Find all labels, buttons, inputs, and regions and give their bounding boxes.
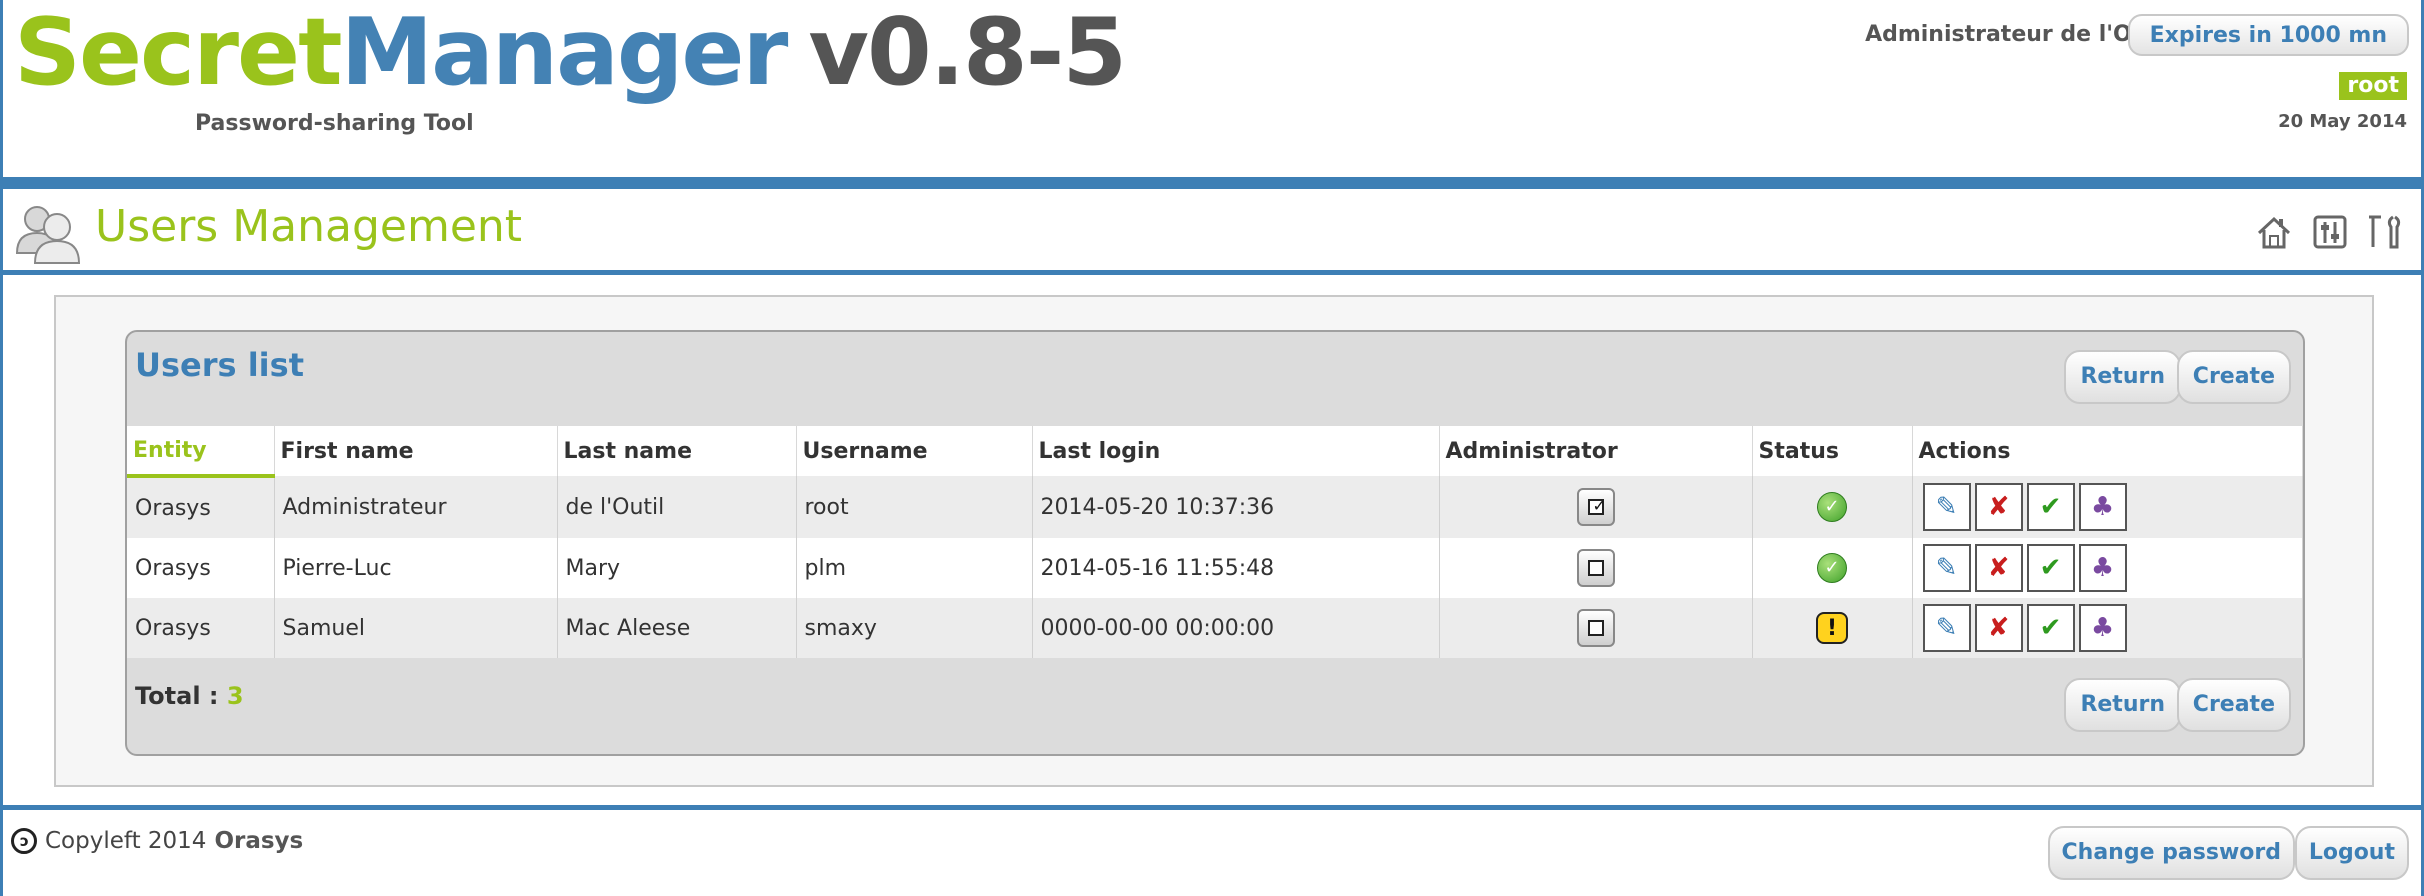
column-header-last-login[interactable]: Last login bbox=[1032, 426, 1440, 476]
edit-user-icon[interactable]: ✎ bbox=[1922, 604, 1971, 652]
users-table: Entity First name Last name Username Las… bbox=[127, 426, 2303, 658]
username-badge: root bbox=[2339, 72, 2407, 100]
section-divider bbox=[3, 270, 2421, 275]
cell-last-name: Mary bbox=[557, 538, 797, 598]
copyleft-text: Copyleft 2014 bbox=[45, 828, 207, 854]
cell-first-name: Pierre-Luc bbox=[274, 538, 558, 598]
administrator-checkbox[interactable]: ✓ bbox=[1576, 488, 1615, 526]
cell-actions: ✎ ✘ ✔ ♣ bbox=[1912, 476, 2303, 538]
total-value: 3 bbox=[226, 682, 244, 710]
cell-administrator bbox=[1439, 538, 1753, 598]
cell-status: ✓ bbox=[1752, 476, 1913, 538]
table-row: Orasys Pierre-Luc Mary plm 2014-05-16 11… bbox=[127, 538, 2303, 598]
cell-status: ✓ bbox=[1752, 538, 1913, 598]
session-expiry-button[interactable]: Expires in 1000 mn bbox=[2127, 14, 2409, 56]
app-logo[interactable]: SecretManager v0.8-5 bbox=[14, 2, 1127, 102]
check-mark-icon: ✓ bbox=[1592, 496, 1606, 515]
panel-title: Users list bbox=[135, 346, 304, 384]
page: SecretManager v0.8-5 Password-sharing Too… bbox=[0, 0, 2424, 896]
section-header: Users Management bbox=[3, 189, 2421, 271]
logo-manager-text: Manager bbox=[340, 0, 789, 106]
current-date: 20 May 2014 bbox=[2278, 111, 2407, 132]
status-ok-icon: ✓ bbox=[1817, 553, 1847, 583]
column-header-first-name[interactable]: First name bbox=[274, 426, 558, 476]
copyleft-notice: c Copyleft 2014 Orasys bbox=[11, 828, 303, 854]
logo-secret-text: Secret bbox=[14, 0, 343, 106]
edit-user-icon[interactable]: ✎ bbox=[1922, 483, 1971, 531]
column-header-username[interactable]: Username bbox=[796, 426, 1033, 476]
activate-user-icon[interactable]: ✔ bbox=[2026, 483, 2075, 531]
status-warning-icon: ! bbox=[1816, 612, 1848, 644]
activate-user-icon[interactable]: ✔ bbox=[2026, 544, 2075, 592]
cell-status: ! bbox=[1752, 598, 1913, 658]
administrator-checkbox[interactable] bbox=[1576, 549, 1615, 587]
delete-user-icon[interactable]: ✘ bbox=[1974, 544, 2023, 592]
administrator-checkbox[interactable] bbox=[1576, 609, 1615, 647]
preferences-icon[interactable] bbox=[2311, 213, 2349, 251]
logout-button[interactable]: Logout bbox=[2294, 826, 2409, 880]
column-header-last-name[interactable]: Last name bbox=[557, 426, 797, 476]
activate-user-icon[interactable]: ✔ bbox=[2026, 604, 2075, 652]
cell-administrator bbox=[1439, 598, 1753, 658]
total-label: Total : bbox=[135, 682, 219, 710]
table-row: Orasys Administrateur de l'Outil root 20… bbox=[127, 476, 2303, 538]
footer-divider bbox=[3, 805, 2421, 810]
cell-last-login: 2014-05-16 11:55:48 bbox=[1032, 538, 1440, 598]
users-icon bbox=[15, 206, 81, 264]
cell-username: plm bbox=[796, 538, 1033, 598]
user-groups-icon[interactable]: ♣ bbox=[2078, 483, 2127, 531]
column-header-status: Status bbox=[1752, 426, 1913, 476]
cell-entity: Orasys bbox=[127, 476, 275, 538]
cell-username: root bbox=[796, 476, 1033, 538]
delete-user-icon[interactable]: ✘ bbox=[1974, 604, 2023, 652]
table-header-row: Entity First name Last name Username Las… bbox=[127, 426, 2303, 478]
tools-icon[interactable] bbox=[2367, 213, 2405, 251]
cell-actions: ✎ ✘ ✔ ♣ bbox=[1912, 598, 2303, 658]
cell-last-name: Mac Aleese bbox=[557, 598, 797, 658]
home-icon[interactable] bbox=[2255, 213, 2293, 251]
users-list-panel: Users list Return Create Entity First na… bbox=[125, 330, 2305, 756]
status-ok-icon: ✓ bbox=[1817, 492, 1847, 522]
cell-administrator: ✓ bbox=[1439, 476, 1753, 538]
cell-actions: ✎ ✘ ✔ ♣ bbox=[1912, 538, 2303, 598]
app-tagline: Password-sharing Tool bbox=[195, 111, 474, 136]
cell-last-login: 2014-05-20 10:37:36 bbox=[1032, 476, 1440, 538]
table-row: Orasys Samuel Mac Aleese smaxy 0000-00-0… bbox=[127, 598, 2303, 658]
return-button-bottom[interactable]: Return bbox=[2064, 678, 2181, 732]
current-user-name: Administrateur de l'Outil bbox=[1865, 22, 2173, 47]
copyleft-icon: c bbox=[11, 828, 37, 854]
change-password-button[interactable]: Change password bbox=[2047, 826, 2295, 880]
cell-last-login: 0000-00-00 00:00:00 bbox=[1032, 598, 1440, 658]
content-area: Users list Return Create Entity First na… bbox=[54, 295, 2374, 787]
copyleft-organization[interactable]: Orasys bbox=[214, 828, 303, 854]
return-button-top[interactable]: Return bbox=[2064, 350, 2181, 404]
header-divider bbox=[3, 177, 2421, 189]
cell-entity: Orasys bbox=[127, 538, 275, 598]
cell-last-name: de l'Outil bbox=[557, 476, 797, 538]
cell-first-name: Administrateur bbox=[274, 476, 558, 538]
cell-username: smaxy bbox=[796, 598, 1033, 658]
column-header-entity[interactable]: Entity bbox=[127, 426, 275, 478]
cell-entity: Orasys bbox=[127, 598, 275, 658]
user-groups-icon[interactable]: ♣ bbox=[2078, 604, 2127, 652]
create-button-bottom[interactable]: Create bbox=[2176, 678, 2291, 732]
user-groups-icon[interactable]: ♣ bbox=[2078, 544, 2127, 592]
column-header-administrator[interactable]: Administrator bbox=[1439, 426, 1753, 476]
column-header-actions: Actions bbox=[1912, 426, 2303, 476]
edit-user-icon[interactable]: ✎ bbox=[1922, 544, 1971, 592]
delete-user-icon[interactable]: ✘ bbox=[1974, 483, 2023, 531]
logo-version-text: v0.8-5 bbox=[808, 0, 1127, 106]
total-count: Total : 3 bbox=[135, 682, 244, 710]
cell-first-name: Samuel bbox=[274, 598, 558, 658]
create-button-top[interactable]: Create bbox=[2176, 350, 2291, 404]
page-title: Users Management bbox=[95, 201, 523, 252]
